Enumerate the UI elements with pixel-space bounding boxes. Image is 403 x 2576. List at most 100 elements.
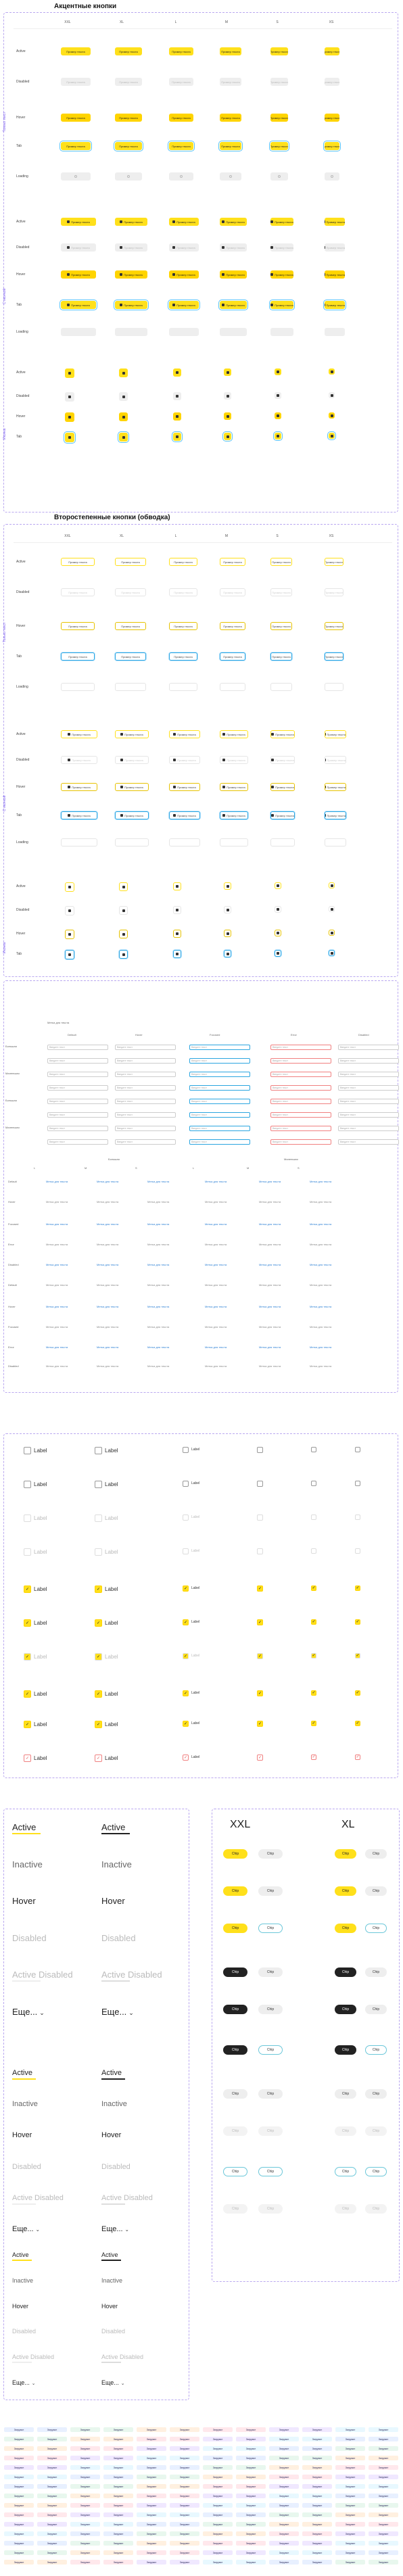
chip[interactable]: Chip [365,1886,387,1896]
checkbox[interactable]: ✓ [311,1755,316,1760]
field-value[interactable]: Метка для текста [46,1325,68,1329]
accent-square-button[interactable] [329,412,335,419]
text-field[interactable]: Введите текст [115,1139,176,1145]
field-value[interactable]: Метка для текста [205,1283,227,1287]
chip[interactable]: Chip [365,2089,387,2099]
field-value[interactable]: Метка для текста [205,1200,227,1203]
tab-item[interactable]: Active [12,2069,32,2077]
checkbox[interactable]: ✓ [311,1619,316,1625]
tab-item[interactable]: Hover [12,2303,28,2310]
field-value[interactable]: Метка для текста [147,1345,169,1349]
outline-button[interactable]: Пример текста [270,652,292,661]
outline-icon-button[interactable]: Пример текста [169,730,200,738]
field-value[interactable]: Метка для текста [205,1345,227,1349]
accent-square-button[interactable] [118,431,129,443]
outline-square-button[interactable] [224,882,231,890]
outline-square-button[interactable] [119,930,128,938]
accent-button[interactable]: Пример текста [61,114,91,122]
tab-item[interactable]: Inactive [101,2277,122,2284]
field-value[interactable]: Метка для текста [259,1243,281,1246]
chip[interactable]: Chip [335,1924,356,1933]
accent-square-button[interactable] [65,412,74,422]
accent-square-button[interactable] [275,368,281,375]
tab-item[interactable]: Hover [101,2131,121,2139]
outline-square-button[interactable] [329,950,335,956]
field-value[interactable]: Метка для текста [46,1283,68,1287]
checkbox[interactable]: ✓ [355,1721,360,1726]
checkbox[interactable] [257,1447,263,1453]
accent-button[interactable]: Пример текста [169,114,193,122]
chip[interactable]: Chip [258,2005,283,2014]
checkbox[interactable] [95,1447,102,1454]
tab-item[interactable]: Еще... ⌄ [12,2225,40,2233]
accent-button[interactable]: Пример текста [325,47,339,55]
field-value[interactable]: Метка для текста [147,1325,169,1329]
outline-square-button[interactable] [329,930,335,936]
outline-button[interactable]: Пример текста [61,622,95,630]
chip[interactable]: Chip [223,1924,247,1933]
chip[interactable]: Chip [365,1849,387,1859]
checkbox[interactable]: ✓ [183,1690,189,1696]
tab-item[interactable]: Еще... ⌄ [101,2379,124,2386]
text-field[interactable]: Введите текст [115,1085,176,1091]
outline-button[interactable]: Пример текста [115,652,146,661]
outline-icon-button[interactable]: Пример текста [270,730,295,738]
outline-icon-button[interactable]: Пример текста [270,783,295,791]
chip[interactable]: Chip [335,1849,356,1859]
text-field[interactable]: Введите текст [270,1085,331,1091]
tab-item[interactable]: Еще... ⌄ [12,2379,35,2386]
accent-button[interactable]: Пример текста [270,47,288,55]
checkbox[interactable] [355,1481,360,1486]
checkbox[interactable] [24,1447,31,1454]
chip[interactable]: Chip [335,2045,356,2055]
outline-button[interactable]: Пример текста [169,558,197,566]
field-value[interactable]: Метка для текста [259,1345,281,1349]
tab-item[interactable]: Active [101,1822,125,1832]
text-field[interactable]: Введите текст [115,1045,176,1050]
outline-icon-button[interactable]: Пример текста [115,811,149,819]
field-value[interactable]: Метка для текста [310,1222,331,1226]
checkbox[interactable]: ✓ [95,1690,102,1698]
field-value[interactable]: Метка для текста [147,1222,169,1226]
checkbox[interactable]: ✓ [183,1585,189,1592]
field-value[interactable]: Метка для текста [259,1222,281,1226]
chip[interactable]: Chip [223,1967,247,1977]
tab-item[interactable]: Active [101,2251,118,2258]
outline-icon-button[interactable]: Пример текста [169,811,200,819]
text-field[interactable]: Введите текст [115,1072,176,1077]
outline-button[interactable]: Пример текста [61,652,95,661]
outline-button[interactable]: Пример текста [325,558,343,566]
accent-square-button[interactable] [273,431,283,441]
field-value[interactable]: Метка для текста [147,1243,169,1246]
text-field[interactable]: Введите текст [47,1085,108,1091]
chip[interactable]: Chip [258,2045,283,2055]
text-field[interactable]: Введите текст [189,1085,250,1091]
chip[interactable]: Chip [258,1967,283,1977]
field-value[interactable]: Метка для текста [259,1180,281,1183]
chip[interactable]: Chip [223,2089,247,2099]
outline-button[interactable]: Пример текста [115,558,146,566]
accent-icon-button[interactable]: Пример текста [270,218,293,226]
outline-square-button[interactable] [65,882,74,892]
text-field[interactable]: Введите текст [47,1139,108,1145]
accent-button[interactable]: Пример текста [325,114,339,122]
chip[interactable]: Chip [223,1849,247,1859]
accent-icon-button[interactable]: Пример текста [269,300,295,310]
accent-square-button[interactable] [329,368,335,375]
accent-icon-button[interactable]: Пример текста [115,270,147,279]
accent-square-button[interactable] [327,431,336,440]
text-field[interactable]: Введите текст [270,1126,331,1131]
tab-item[interactable]: Active [12,2251,29,2258]
checkbox[interactable]: ✓ [311,1585,316,1591]
accent-icon-button[interactable]: Пример текста [220,218,247,226]
field-value[interactable]: Метка для текста [205,1222,227,1226]
tab-item[interactable]: Hover [101,2303,118,2310]
accent-icon-button[interactable]: Пример текста [60,300,97,310]
accent-button[interactable]: Пример текста [220,47,241,55]
outline-icon-button[interactable]: Пример текста [61,783,97,791]
checkbox[interactable] [355,1447,360,1452]
field-value[interactable]: Метка для текста [205,1305,227,1308]
outline-square-button[interactable] [275,882,281,889]
chip[interactable]: Chip [335,1886,356,1896]
text-field[interactable]: Введите текст [189,1139,250,1145]
